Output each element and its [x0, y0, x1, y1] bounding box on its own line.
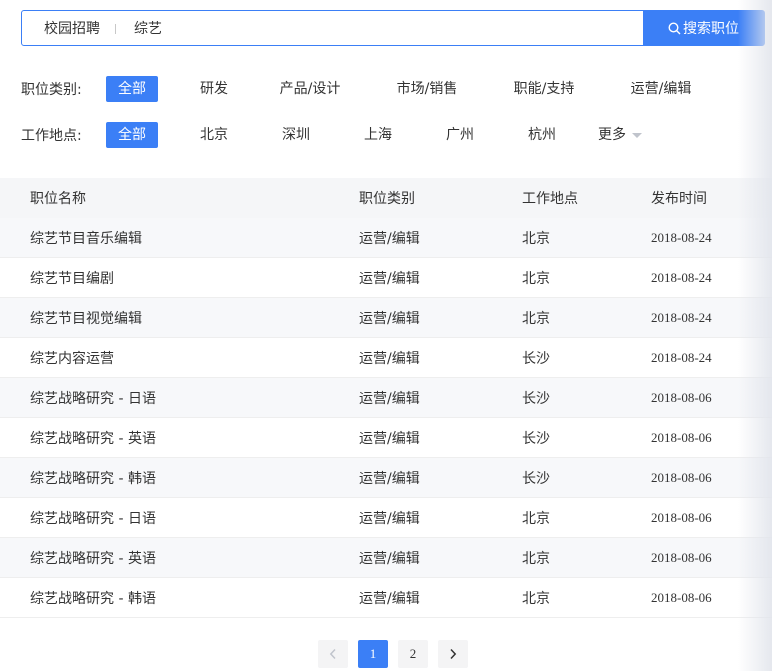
category-option-operations-editing[interactable]: 运营/编辑 — [621, 76, 701, 102]
search-button-label: 搜索职位 — [683, 21, 739, 37]
table-row[interactable]: 综艺内容运营 运营/编辑 长沙 2018-08-24 — [0, 338, 772, 378]
cell-job-title[interactable]: 综艺战略研究 - 日语 — [0, 508, 358, 528]
category-option-functional-support[interactable]: 职能/支持 — [504, 76, 584, 102]
cell-work-location: 长沙 — [522, 390, 550, 407]
table-row[interactable]: 综艺战略研究 - 日语 运营/编辑 北京 2018-08-06 — [0, 498, 772, 538]
header-publish-date: 发布时间 — [651, 191, 707, 207]
cell-job-title[interactable]: 综艺内容运营 — [0, 348, 358, 368]
table-row[interactable]: 综艺战略研究 - 英语 运营/编辑 北京 2018-08-06 — [0, 538, 772, 578]
cell-work-location: 长沙 — [522, 470, 550, 487]
cell-publish-date: 2018-08-06 — [651, 429, 712, 445]
caret-down-icon — [632, 132, 642, 138]
location-filter: 工作地点: 全部 北京 深圳 上海 广州 杭州 更多 — [21, 122, 650, 148]
table-body: 综艺节目音乐编辑 运营/编辑 北京 2018-08-24 综艺节目编剧 运营/编辑 北京 20… — [0, 218, 772, 618]
table-row[interactable]: 综艺战略研究 - 英语 运营/编辑 长沙 2018-08-06 — [0, 418, 772, 458]
cell-job-category: 运营/编辑 — [359, 230, 420, 247]
cell-job-title[interactable]: 综艺节目编剧 — [0, 268, 358, 288]
pagination-next-button[interactable] — [438, 640, 468, 668]
location-option-beijing[interactable]: 北京 — [188, 122, 240, 148]
category-filter: 职位类别: 全部 研发 产品/设计 市场/销售 职能/支持 运营/编辑 — [21, 76, 701, 102]
cell-job-category: 运营/编辑 — [359, 470, 420, 487]
cell-job-title[interactable]: 综艺战略研究 - 日语 — [0, 388, 358, 408]
cell-job-category: 运营/编辑 — [359, 390, 420, 407]
cell-work-location: 北京 — [522, 590, 550, 607]
cell-publish-date: 2018-08-24 — [651, 269, 712, 285]
cell-publish-date: 2018-08-24 — [651, 229, 712, 245]
category-option-product-design[interactable]: 产品/设计 — [270, 76, 350, 102]
cell-publish-date: 2018-08-06 — [651, 469, 712, 485]
cell-job-title[interactable]: 综艺节目视觉编辑 — [0, 308, 358, 328]
table-row[interactable]: 综艺战略研究 - 韩语 运营/编辑 长沙 2018-08-06 — [0, 458, 772, 498]
cell-publish-date: 2018-08-06 — [651, 549, 712, 565]
cell-publish-date: 2018-08-24 — [651, 309, 712, 325]
location-option-shenzhen[interactable]: 深圳 — [270, 122, 322, 148]
search-scope-selector[interactable]: 校园招聘 — [22, 11, 122, 45]
search-bar: 校园招聘 搜索职位 — [21, 10, 765, 46]
table-row[interactable]: 综艺节目视觉编辑 运营/编辑 北京 2018-08-24 — [0, 298, 772, 338]
cell-work-location: 长沙 — [522, 350, 550, 367]
chevron-right-icon — [450, 648, 457, 660]
cell-publish-date: 2018-08-06 — [651, 589, 712, 605]
cell-job-title[interactable]: 综艺节目音乐编辑 — [0, 228, 358, 248]
location-filter-label: 工作地点: — [21, 128, 82, 144]
cell-job-category: 运营/编辑 — [359, 430, 420, 447]
location-more-dropdown[interactable]: 更多 — [598, 122, 650, 148]
cell-job-category: 运营/编辑 — [359, 510, 420, 527]
cell-work-location: 长沙 — [522, 430, 550, 447]
cell-job-category: 运营/编辑 — [359, 590, 420, 607]
pagination-page-2[interactable]: 2 — [398, 640, 428, 668]
chevron-left-icon — [329, 648, 336, 660]
search-input[interactable] — [122, 11, 643, 45]
cell-publish-date: 2018-08-24 — [651, 349, 712, 365]
cell-publish-date: 2018-08-06 — [651, 389, 712, 405]
table-row[interactable]: 综艺节目编剧 运营/编辑 北京 2018-08-24 — [0, 258, 772, 298]
cell-job-title[interactable]: 综艺战略研究 - 韩语 — [0, 468, 358, 488]
cell-job-category: 运营/编辑 — [359, 550, 420, 567]
cell-publish-date: 2018-08-06 — [651, 509, 712, 525]
location-option-hangzhou[interactable]: 杭州 — [516, 122, 568, 148]
category-filter-label: 职位类别: — [21, 82, 82, 98]
cell-work-location: 北京 — [522, 550, 550, 567]
location-more-label: 更多 — [598, 127, 626, 143]
pagination: 1 2 — [318, 640, 478, 668]
category-option-marketing-sales[interactable]: 市场/销售 — [387, 76, 467, 102]
cell-job-category: 运营/编辑 — [359, 310, 420, 327]
location-option-shanghai[interactable]: 上海 — [352, 122, 404, 148]
job-table: 职位名称 职位类别 工作地点 发布时间 综艺节目音乐编辑 运营/编辑 北京 2018-… — [0, 178, 772, 618]
cell-job-title[interactable]: 综艺战略研究 - 英语 — [0, 548, 358, 568]
cell-job-title[interactable]: 综艺战略研究 - 英语 — [0, 428, 358, 448]
table-row[interactable]: 综艺战略研究 - 韩语 运营/编辑 北京 2018-08-06 — [0, 578, 772, 618]
location-option-guangzhou[interactable]: 广州 — [434, 122, 486, 148]
cell-job-category: 运营/编辑 — [359, 350, 420, 367]
location-option-all[interactable]: 全部 — [106, 122, 158, 148]
header-work-location: 工作地点 — [522, 191, 578, 207]
header-job-title: 职位名称 — [30, 191, 86, 207]
search-icon — [668, 21, 681, 34]
pagination-page-1[interactable]: 1 — [358, 640, 388, 668]
job-search-page: 校园招聘 搜索职位 职位类别: 全部 研发 产品/设计 市场/销售 职能/支持 … — [0, 0, 772, 671]
cell-work-location: 北京 — [522, 310, 550, 327]
category-option-rd[interactable]: 研发 — [188, 76, 240, 102]
header-job-category: 职位类别 — [359, 191, 415, 207]
table-row[interactable]: 综艺节目音乐编辑 运营/编辑 北京 2018-08-24 — [0, 218, 772, 258]
cell-work-location: 北京 — [522, 270, 550, 287]
cell-job-title[interactable]: 综艺战略研究 - 韩语 — [0, 588, 358, 608]
cell-work-location: 北京 — [522, 230, 550, 247]
cell-work-location: 北京 — [522, 510, 550, 527]
table-row[interactable]: 综艺战略研究 - 日语 运营/编辑 长沙 2018-08-06 — [0, 378, 772, 418]
search-button[interactable]: 搜索职位 — [643, 11, 764, 45]
cell-job-category: 运营/编辑 — [359, 270, 420, 287]
table-header: 职位名称 职位类别 工作地点 发布时间 — [0, 178, 772, 218]
pagination-prev-button[interactable] — [318, 640, 348, 668]
category-option-all[interactable]: 全部 — [106, 76, 158, 102]
